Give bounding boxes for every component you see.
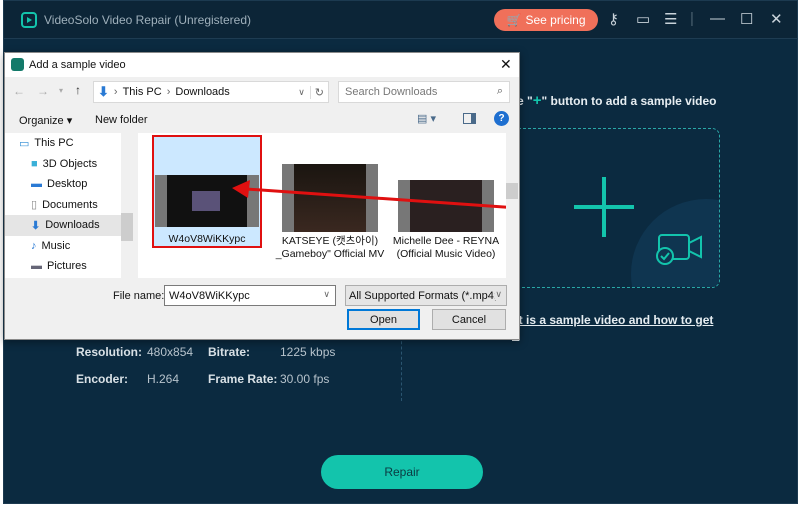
breadcrumb-downloads[interactable]: Downloads [175,86,229,98]
app-logo-icon [21,12,37,28]
divider: | [690,10,694,27]
bitrate-value: 1225 kbps [280,345,336,359]
view-options-icon[interactable]: ▤ ▾ [417,112,436,125]
nav-downloads[interactable]: ⬇ Downloads [5,215,133,236]
encoder-value: H.264 [147,372,180,386]
close-icon[interactable]: ✕ [770,10,783,28]
video-camera-icon [656,234,702,265]
preview-pane-icon[interactable] [463,113,476,124]
pricing-label: See pricing [525,13,586,27]
new-folder-button[interactable]: New folder [95,114,148,126]
chevron-down-icon[interactable]: ∨ [298,87,305,98]
file-name-label: W4oV8WiKKypc [168,233,246,245]
help-icon[interactable]: ? [494,111,509,126]
music-icon: ♪ [31,239,37,252]
title-bar: VideoSolo Video Repair (Unregistered) 🛒 S… [4,1,797,39]
app-title: VideoSolo Video Repair (Unregistered) [44,13,252,27]
encoder-label: Encoder: [76,372,129,386]
cart-icon: 🛒 [506,13,522,27]
cancel-button[interactable]: Cancel [432,309,506,330]
back-icon[interactable]: ← [13,84,25,98]
resolution-label: Resolution: [76,345,142,359]
up-icon[interactable]: ↑ [75,83,81,97]
nav-desktop[interactable]: ▬ Desktop [5,174,133,195]
chevron-down-icon: ∨ [495,289,502,300]
bitrate-label: Bitrate: [208,345,251,359]
nav-music[interactable]: ♪ Music [5,236,133,257]
maximize-icon[interactable]: ☐ [740,10,753,28]
file-name-label: Michelle Dee - REYNA (Official Music Vid… [392,235,500,260]
file-list: W4oV8WiKKypc KATSEYE (캣츠아이) _Gameboy" Of… [138,133,518,278]
download-icon: ⬇ [98,84,109,99]
cube-icon: ■ [31,157,38,170]
dialog-title-bar: Add a sample video ✕ [5,53,519,77]
plus-icon[interactable] [571,174,637,240]
nav-this-pc[interactable]: ▭ This PC [5,133,133,154]
menu-icon[interactable]: ☰ [664,10,677,28]
refresh-icon[interactable]: ↻ [309,85,328,99]
nav-pictures[interactable]: ▬ Pictures [5,256,133,277]
chevron-down-icon: ∨ [323,289,330,299]
pictures-icon: ▬ [31,260,42,273]
dialog-close-icon[interactable]: ✕ [500,56,512,73]
nav-documents[interactable]: ▯ Documents [5,195,133,216]
minimize-icon[interactable]: — [710,10,725,27]
file-name-label: File name: [113,290,165,302]
desktop-icon: ▬ [31,178,42,191]
framerate-value: 30.00 fps [280,372,330,386]
key-icon[interactable]: ⚷ [608,10,619,28]
open-button[interactable]: Open [347,309,420,330]
pc-icon: ▭ [19,137,30,150]
open-file-dialog: Add a sample video ✕ ← → ▾ ↑ ⬇ › This PC … [4,52,520,340]
nav-scrollbar[interactable] [121,133,133,278]
breadcrumb-this-pc[interactable]: This PC [123,86,162,98]
navigation-pane: ▭ This PC ■ 3D Objects ▬ Desktop ▯ Documents… [5,133,133,278]
instruction-text: e "+" button to add a sample video [517,92,717,109]
resolution-value: 480x854 [147,345,194,359]
file-type-select[interactable]: All Supported Formats (*.mp4;* ∨ [345,285,507,306]
divider [401,331,402,401]
file-name-input[interactable]: W4oV8WiKKypc ∨ [164,285,336,306]
nav-3d-objects[interactable]: ■ 3D Objects [5,154,133,175]
framerate-label: Frame Rate: [208,372,278,386]
app-logo-icon [11,58,24,71]
repair-button[interactable]: Repair [321,455,483,489]
feedback-icon[interactable]: ▭ [636,10,650,28]
search-icon: ⌕ [496,85,503,97]
document-icon: ▯ [31,199,38,212]
file-scrollbar[interactable] [506,133,518,278]
see-pricing-button[interactable]: 🛒 See pricing [494,9,598,31]
search-input[interactable]: Search Downloads ⌕ [338,81,510,103]
sample-video-help-link[interactable]: at is a sample video and how to get? [512,313,713,343]
dialog-title: Add a sample video [29,59,126,71]
address-bar[interactable]: ⬇ › This PC › Downloads ∨ ↻ [93,81,329,103]
forward-icon[interactable]: → [37,84,49,98]
recent-dropdown-icon[interactable]: ▾ [59,86,63,95]
download-icon: ⬇ [31,219,41,232]
red-arrow-annotation [232,180,518,210]
file-name-label: KATSEYE (캣츠아이) _Gameboy" Official MV [275,235,385,260]
organize-button[interactable]: Organize ▾ [19,114,72,127]
